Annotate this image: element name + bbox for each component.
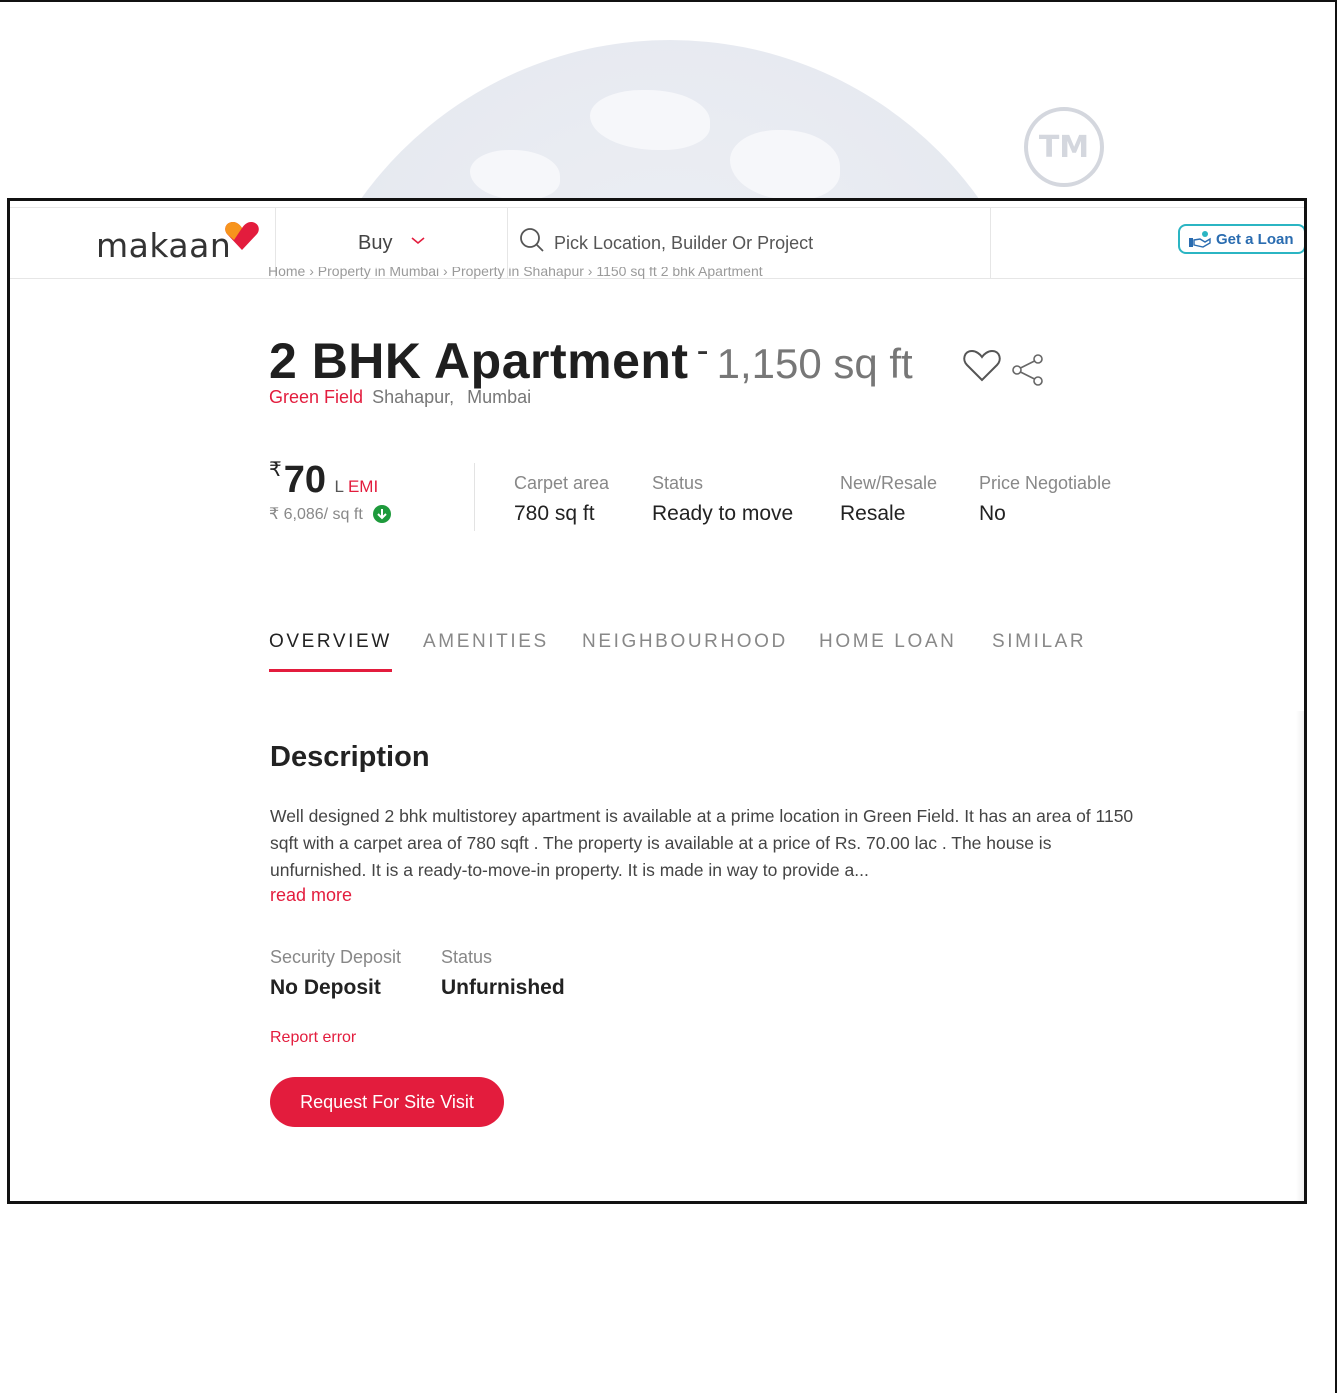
report-error-link[interactable]: Report error <box>270 1029 356 1047</box>
description-heading: Description <box>270 741 430 773</box>
spec-status: Status Ready to move <box>652 473 793 526</box>
spec-value: Ready to move <box>652 502 794 525</box>
chevron-down-icon <box>411 237 425 245</box>
buy-dropdown[interactable]: Buy <box>358 232 425 255</box>
price-value: ₹70 <box>269 459 326 501</box>
emi-link[interactable]: EMI <box>348 477 378 496</box>
spec-label: Carpet area <box>514 473 610 493</box>
breadcrumb[interactable]: Home › Property in Mumbai › Property in … <box>268 267 763 281</box>
spec-value: No <box>979 502 1006 525</box>
spec-price-negotiable: Price Negotiable No <box>979 473 1111 526</box>
price-per-sqft: ₹ 6,086/ sq ft <box>269 504 391 524</box>
price-down-arrow-icon <box>372 505 391 523</box>
tab-amenities[interactable]: AMENITIES <box>423 631 549 669</box>
price-per-sqft-text: ₹ 6,086/ sq ft <box>269 506 363 523</box>
makaan-logo[interactable]: makaan <box>96 222 259 265</box>
spec-new-resale: New/Resale Resale <box>840 473 937 526</box>
city-link[interactable]: Mumbai <box>467 387 531 407</box>
screenshot-frame: makaan Buy Get a Loan <box>7 198 1307 1204</box>
price-amount: 70 <box>283 459 327 501</box>
extra-spec-security-deposit: Security Deposit No Deposit <box>270 947 401 1000</box>
globe-background <box>290 40 1050 200</box>
rupee-symbol: ₹ <box>269 459 282 481</box>
extra-spec-furnishing-status: Status Unfurnished <box>441 947 565 1000</box>
tab-home-loan[interactable]: HOME LOAN <box>819 631 956 669</box>
logo-heart-icon <box>225 222 259 250</box>
search-icon <box>520 228 544 252</box>
share-icon[interactable] <box>1010 353 1046 387</box>
price-block: ₹70 L EMI ₹ 6,086/ sq ft <box>269 457 391 524</box>
title-separator: - <box>696 329 709 370</box>
request-site-visit-button[interactable]: Request For Site Visit <box>270 1077 504 1127</box>
page-title: 2 BHK Apartment <box>269 333 689 389</box>
spec-label: New/Resale <box>840 473 938 493</box>
spec-label: Price Negotiable <box>979 473 1112 493</box>
extra-spec-label: Status <box>441 947 493 967</box>
locality-link[interactable]: Shahapur, <box>372 387 454 407</box>
nav-divider <box>990 208 991 278</box>
description-text: Well designed 2 bhk multistorey apartmen… <box>270 806 1134 880</box>
get-a-loan-label: Get a Loan <box>1216 230 1294 248</box>
spec-label: Status <box>652 473 704 493</box>
project-link[interactable]: Green Field <box>269 387 363 407</box>
listing-location: Green Field Shahapur, Mumbai <box>269 387 531 408</box>
get-a-loan-button[interactable]: Get a Loan <box>1178 224 1304 254</box>
spec-value: 780 sq ft <box>514 502 595 525</box>
tab-similar[interactable]: SIMILAR <box>992 631 1086 669</box>
price-divider <box>474 463 475 531</box>
extra-spec-value: No Deposit <box>270 976 381 999</box>
listing-title-row: 2 BHK Apartment -1,150 sq ft <box>269 329 913 390</box>
logo-text: makaan <box>96 226 232 265</box>
buy-label: Buy <box>358 232 393 254</box>
trademark-seal-text: TM <box>1038 129 1090 165</box>
extra-spec-label: Security Deposit <box>270 947 402 967</box>
price-unit: L <box>334 477 344 496</box>
favorite-heart-icon[interactable] <box>962 347 1002 383</box>
search-input[interactable] <box>552 228 976 258</box>
read-more-link[interactable]: read more <box>270 885 352 906</box>
trademark-seal: TM <box>1024 107 1104 187</box>
extra-spec-value: Unfurnished <box>441 976 565 999</box>
spec-value: Resale <box>840 502 906 525</box>
tab-neighbourhood[interactable]: NEIGHBOURHOOD <box>582 631 788 669</box>
loan-hand-icon <box>1189 231 1211 248</box>
tab-overview[interactable]: OVERVIEW <box>269 631 392 672</box>
sticky-panel-edge <box>1296 711 1304 1201</box>
spec-carpet-area: Carpet area 780 sq ft <box>514 473 609 526</box>
listing-size: 1,150 sq ft <box>716 340 913 387</box>
